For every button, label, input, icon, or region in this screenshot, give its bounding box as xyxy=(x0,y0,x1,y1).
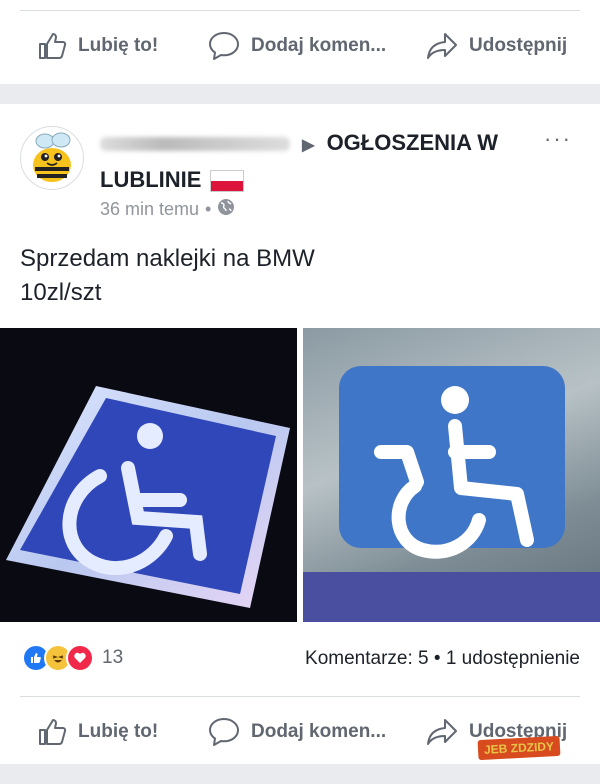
post-text-line-2: 10zl/szt xyxy=(20,279,102,306)
comments-shares-count[interactable]: Komentarze: 5 • 1 udostępnienie xyxy=(305,648,580,670)
comment-button[interactable]: Dodaj komen... xyxy=(207,30,386,62)
poland-flag-icon xyxy=(209,170,244,193)
like-label: Lubię to! xyxy=(78,35,159,56)
comment-label: Dodaj komen... xyxy=(251,35,387,56)
blurred-author-name[interactable] xyxy=(100,137,290,152)
love-reaction-icon xyxy=(66,644,94,672)
wheelchair-sticker-photo-right xyxy=(303,366,600,622)
watermark-logo: JEB ZDZIDY xyxy=(477,735,561,761)
avatar[interactable] xyxy=(20,126,84,190)
divider xyxy=(20,696,580,697)
post-meta: 36 min temu • xyxy=(100,198,235,221)
photo-left[interactable] xyxy=(0,328,297,622)
globe-icon xyxy=(217,198,235,221)
comment-bubble-icon xyxy=(207,30,241,62)
like-button[interactable]: Lubię to! xyxy=(36,716,158,748)
arrow-right-icon: ▶ xyxy=(302,137,315,154)
reactions-summary[interactable]: 13 xyxy=(22,644,123,672)
like-label: Lubię to! xyxy=(78,721,159,742)
share-arrow-icon xyxy=(425,31,459,61)
share-arrow-icon xyxy=(425,717,459,747)
comment-label: Dodaj komen... xyxy=(251,721,387,742)
post-stats: 13 Komentarze: 5 • 1 udostępnienie xyxy=(0,644,600,678)
photo-right[interactable] xyxy=(303,328,600,622)
share-button[interactable]: Udostępnij xyxy=(425,31,567,61)
reactions-count: 13 xyxy=(102,647,124,668)
previous-post-footer: Lubię to! Dodaj komen... Udostępnij xyxy=(0,0,600,84)
post-text-line-1: Sprzedam naklejki na BMW xyxy=(20,245,315,272)
post: ▶ OGŁOSZENIA W LUBLINIE ··· 36 min temu … xyxy=(0,104,600,764)
meta-dot: • xyxy=(205,199,212,219)
comment-button[interactable]: Dodaj komen... xyxy=(207,716,386,748)
more-options-button[interactable]: ··· xyxy=(544,126,572,152)
post-header: ▶ OGŁOSZENIA W LUBLINIE xyxy=(100,126,520,197)
thumbs-up-icon xyxy=(36,716,68,748)
thumbs-up-icon xyxy=(36,30,68,62)
watermark-text-2: ZDZIDY xyxy=(510,739,555,756)
share-label: Udostępnij xyxy=(469,35,568,56)
post-body: Sprzedam naklejki na BMW 10zl/szt xyxy=(20,242,315,310)
action-bar-top: Lubię to! Dodaj komen... Udostępnij xyxy=(0,26,600,66)
like-button[interactable]: Lubię to! xyxy=(36,30,158,62)
wheelchair-sticker-photo-left xyxy=(6,386,290,608)
watermark-text-1: JEB xyxy=(483,741,508,757)
bee-avatar-icon xyxy=(33,132,71,182)
post-time[interactable]: 36 min temu xyxy=(100,199,199,220)
divider xyxy=(20,10,580,11)
comment-bubble-icon xyxy=(207,716,241,748)
